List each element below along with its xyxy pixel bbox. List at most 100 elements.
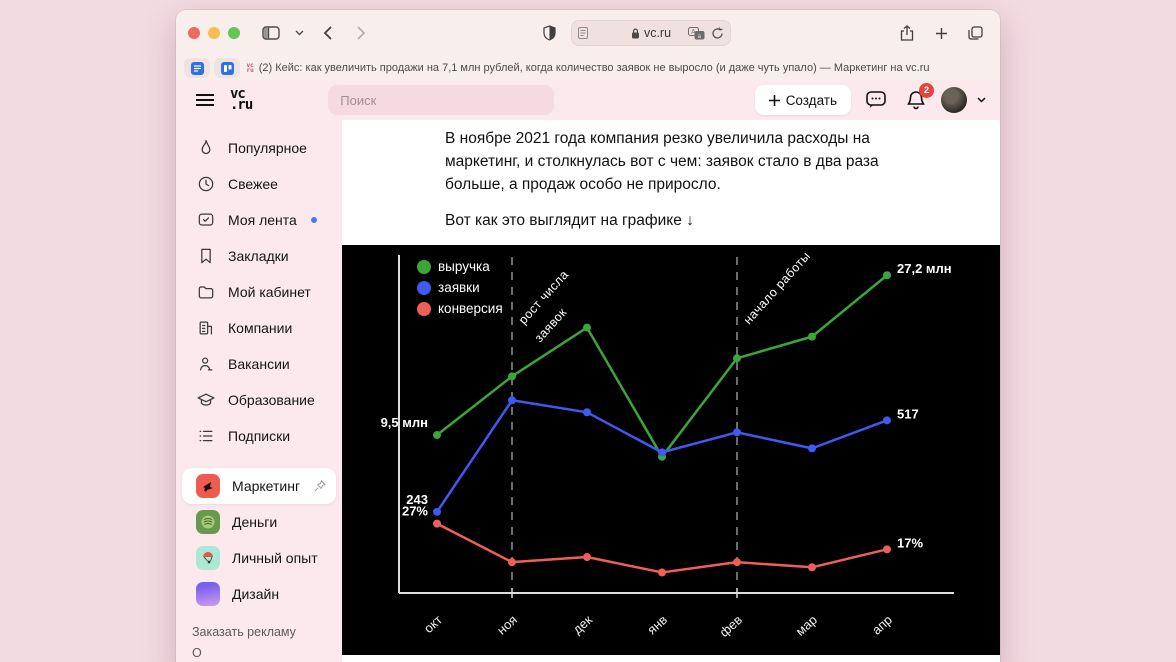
zoom-window-button[interactable] bbox=[228, 27, 240, 39]
graduation-icon bbox=[196, 390, 216, 410]
sidebar-channel-1[interactable]: Маркетинг bbox=[182, 468, 336, 504]
back-button[interactable] bbox=[314, 21, 340, 45]
svg-text:517: 517 bbox=[897, 406, 919, 421]
tab-bar: vcru (2) Кейс: как увеличить продажи на … bbox=[176, 56, 1000, 80]
channel-label: Деньги bbox=[232, 514, 277, 530]
sidebar-item-label: Популярное bbox=[228, 140, 307, 156]
sidebar-item-5[interactable]: Мой кабинет bbox=[182, 274, 336, 310]
svg-text:9,5 млн: 9,5 млн bbox=[381, 415, 428, 430]
pinned-tab-board[interactable] bbox=[214, 58, 240, 78]
article-paragraph: Вот как это выглядит на графике ↓ bbox=[445, 209, 897, 232]
safari-window: vc.ru Aа vcru (2) Кейс: как увеличить пр bbox=[176, 10, 1000, 662]
list-icon bbox=[196, 426, 216, 446]
notifications-bell-icon[interactable]: 2 bbox=[901, 85, 931, 115]
flame-icon bbox=[196, 138, 216, 158]
tab-title: (2) Кейс: как увеличить продажи на 7,1 м… bbox=[259, 62, 930, 74]
address-bar[interactable]: vc.ru Aа bbox=[571, 20, 732, 46]
sidebar-channel-2[interactable]: Деньги bbox=[182, 504, 336, 540]
hamburger-menu-icon[interactable] bbox=[190, 85, 220, 115]
sidebar-item-label: Свежее bbox=[228, 176, 278, 192]
metrics-chart: рост числазаявокначало работыоктноядекян… bbox=[342, 245, 1000, 655]
shield-icon[interactable] bbox=[537, 21, 563, 45]
svg-text:фев: фев bbox=[717, 612, 746, 640]
svg-text:апр: апр bbox=[869, 612, 895, 638]
profile-chevron-icon[interactable] bbox=[977, 97, 986, 103]
sidebar-item-label: Компании bbox=[228, 320, 292, 336]
site-header: vc.ru Создать 2 bbox=[176, 80, 1000, 120]
browser-toolbar: vc.ru Aа bbox=[176, 10, 1000, 56]
svg-text:дек: дек bbox=[570, 612, 596, 637]
chevron-down-icon[interactable] bbox=[292, 21, 306, 45]
channel-label: Личный опыт bbox=[232, 550, 318, 566]
channel-icon bbox=[196, 474, 220, 498]
building-icon bbox=[196, 318, 216, 338]
footer-link[interactable]: О проекте bbox=[192, 646, 238, 662]
translate-icon[interactable]: Aа bbox=[688, 27, 705, 40]
svg-text:17%: 17% bbox=[897, 535, 923, 550]
feed-icon bbox=[196, 210, 216, 230]
vcru-logo[interactable]: vc.ru bbox=[230, 89, 252, 112]
sidebar-channel-3[interactable]: Личный опыт bbox=[182, 540, 336, 576]
svg-text:начало работы: начало работы bbox=[741, 249, 813, 327]
sidebar-item-7[interactable]: Вакансии bbox=[182, 346, 336, 382]
sidebar-item-label: Закладки bbox=[228, 248, 289, 264]
sidebar-toggle-icon[interactable] bbox=[258, 21, 284, 45]
unread-dot bbox=[311, 217, 317, 223]
person-icon bbox=[196, 354, 216, 374]
sidebar-item-label: Вакансии bbox=[228, 356, 290, 372]
channel-label: Дизайн bbox=[232, 586, 279, 602]
page-icon bbox=[578, 27, 588, 39]
article-paragraph: В ноябре 2021 года компания резко увелич… bbox=[445, 127, 897, 196]
pinned-tab-notes[interactable] bbox=[184, 58, 210, 78]
messages-icon[interactable] bbox=[861, 85, 891, 115]
tab-overview-icon[interactable] bbox=[962, 21, 988, 45]
channel-icon bbox=[196, 582, 220, 606]
svg-text:выручка: выручка bbox=[438, 259, 490, 274]
svg-text:27,2 млн: 27,2 млн bbox=[897, 261, 952, 276]
svg-text:а: а bbox=[698, 32, 702, 39]
sidebar-item-3[interactable]: Моя лента bbox=[182, 202, 336, 238]
bookmark-icon bbox=[196, 246, 216, 266]
create-button[interactable]: Создать bbox=[755, 85, 851, 115]
svg-text:заявки: заявки bbox=[438, 280, 480, 295]
traffic-lights bbox=[188, 27, 240, 39]
sidebar-item-6[interactable]: Компании bbox=[182, 310, 336, 346]
sidebar: Популярное Свежее Моя лента Закладки Мой… bbox=[176, 120, 342, 662]
close-window-button[interactable] bbox=[188, 27, 200, 39]
svg-text:мар: мар bbox=[793, 612, 820, 639]
sidebar-item-label: Мой кабинет bbox=[228, 284, 311, 300]
sidebar-item-8[interactable]: Образование bbox=[182, 382, 336, 418]
svg-text:27%: 27% bbox=[402, 504, 428, 519]
svg-text:ноя: ноя bbox=[494, 612, 520, 638]
pin-icon[interactable] bbox=[312, 479, 327, 494]
forward-button[interactable] bbox=[348, 21, 374, 45]
article-content: В ноябре 2021 года компания резко увелич… bbox=[342, 120, 1000, 662]
sidebar-item-label: Моя лента bbox=[228, 212, 297, 228]
search-input[interactable] bbox=[328, 85, 554, 115]
sidebar-item-9[interactable]: Подписки bbox=[182, 418, 336, 454]
avatar[interactable] bbox=[941, 87, 967, 113]
share-icon[interactable] bbox=[894, 21, 920, 45]
footer-link[interactable]: Заказать рекламу bbox=[192, 625, 296, 639]
sidebar-item-label: Образование bbox=[228, 392, 315, 408]
url-text: vc.ru bbox=[644, 26, 671, 40]
new-tab-icon[interactable] bbox=[928, 21, 954, 45]
svg-text:окт: окт bbox=[421, 612, 445, 636]
sidebar-item-label: Подписки bbox=[228, 428, 290, 444]
sidebar-item-2[interactable]: Свежее bbox=[182, 166, 336, 202]
active-tab[interactable]: vcru (2) Кейс: как увеличить продажи на … bbox=[176, 62, 1000, 74]
folder-icon bbox=[196, 282, 216, 302]
sidebar-item-1[interactable]: Популярное bbox=[182, 130, 336, 166]
svg-text:конверсия: конверсия bbox=[438, 301, 503, 316]
reload-icon[interactable] bbox=[711, 27, 724, 40]
minimize-window-button[interactable] bbox=[208, 27, 220, 39]
sidebar-channel-4[interactable]: Дизайн bbox=[182, 576, 336, 612]
sidebar-footer: Заказать рекламуО проектеВакансииПравила… bbox=[182, 618, 336, 662]
channel-icon bbox=[196, 546, 220, 570]
sidebar-item-4[interactable]: Закладки bbox=[182, 238, 336, 274]
channel-label: Маркетинг bbox=[232, 478, 300, 494]
svg-text:янв: янв bbox=[644, 612, 670, 637]
plus-icon bbox=[769, 95, 780, 106]
notification-badge: 2 bbox=[919, 83, 934, 98]
chart-canvas: рост числазаявокначало работыоктноядекян… bbox=[342, 245, 1000, 655]
